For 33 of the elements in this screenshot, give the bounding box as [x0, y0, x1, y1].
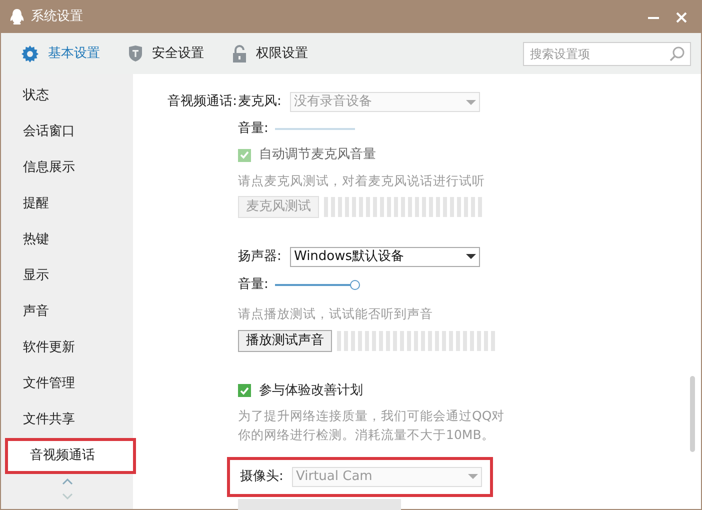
lock-icon — [232, 44, 247, 62]
scrollbar-thumb[interactable] — [690, 376, 695, 452]
hint-text: 请点播放测试，试试能否听到声音 — [238, 304, 433, 323]
section-label: 音视频通话: — [166, 93, 237, 112]
scroll-down-icon[interactable] — [62, 493, 72, 500]
search-field[interactable]: 搜索设置项 — [523, 42, 691, 66]
field-label: 麦克风: — [238, 93, 282, 112]
tab[interactable]: 权限设置 — [232, 44, 308, 64]
dropdown-arrow-icon — [468, 474, 478, 479]
checkbox-label: 自动调节麦克风音量 — [259, 146, 376, 164]
description-text: 为了提升网络连接质量，我们可能会通过QQ对你的网络进行检测。消耗流量不大于10MB。 — [238, 406, 506, 444]
shield-icon — [128, 45, 143, 62]
penguin-icon — [9, 8, 25, 26]
hint-text: 请点麦克风测试，对着麦克风说话进行试听 — [238, 172, 485, 190]
field-label: 音量: — [238, 276, 268, 294]
test-button[interactable]: 播放测试声音 — [238, 330, 332, 352]
minimize-icon — [648, 16, 658, 18]
dropdown-arrow-icon — [466, 254, 476, 260]
scroll-up-icon[interactable] — [62, 478, 72, 485]
search-icon — [669, 46, 685, 62]
gear-icon — [21, 44, 39, 62]
sidebar-item[interactable]: 音视频通话 — [5, 438, 136, 474]
field-label: 扬声器: — [238, 248, 282, 266]
field-label: 摄像头: — [240, 468, 284, 486]
dropdown[interactable]: Windows默认设备 — [290, 246, 480, 267]
checkbox[interactable] — [238, 384, 251, 397]
field-label: 音量: — [238, 120, 268, 138]
tab[interactable]: 安全设置 — [128, 44, 204, 64]
close-icon — [676, 12, 686, 22]
checkbox-label: 参与体验改善计划 — [259, 382, 363, 400]
window-title: 系统设置 — [31, 8, 83, 26]
tab[interactable]: 基本设置 — [21, 44, 100, 64]
dropdown-arrow-icon — [466, 100, 476, 104]
